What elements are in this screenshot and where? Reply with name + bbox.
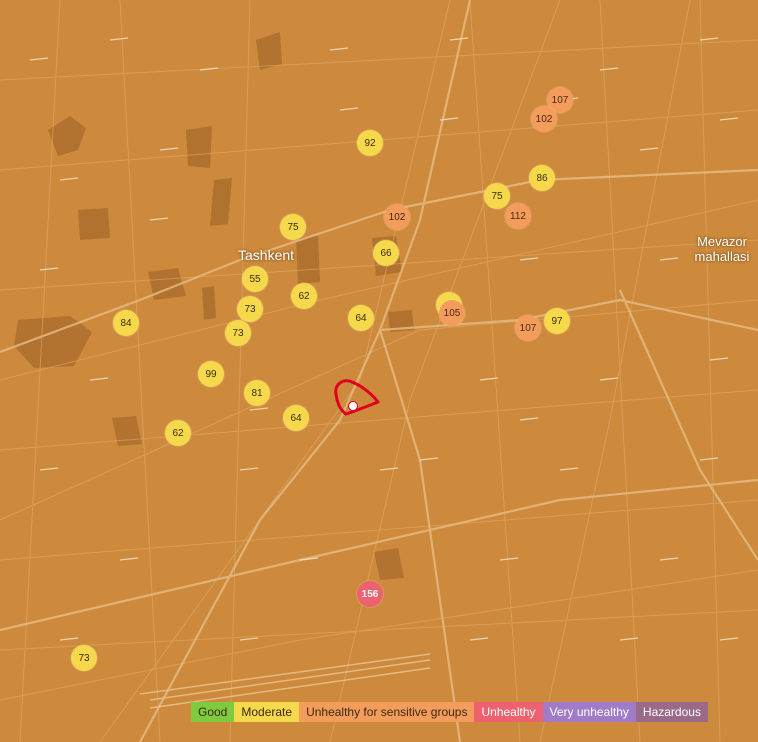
aqi-marker[interactable]: 99 xyxy=(198,361,224,387)
aqi-marker[interactable]: 105 xyxy=(439,300,465,326)
aqi-marker[interactable]: 81 xyxy=(244,380,270,406)
aqi-marker[interactable]: 64 xyxy=(283,405,309,431)
aqi-marker[interactable]: 107 xyxy=(515,315,541,341)
district-label: Mevazor mahallasi xyxy=(690,234,754,264)
aqi-marker[interactable]: 112 xyxy=(505,203,531,229)
legend-hazardous[interactable]: Hazardous xyxy=(635,702,708,722)
aqi-marker[interactable]: 97 xyxy=(544,308,570,334)
legend-unhealthy[interactable]: Unhealthy xyxy=(474,702,543,722)
aqi-marker[interactable]: 66 xyxy=(373,240,399,266)
aqi-legend: Good Moderate Unhealthy for sensitive gr… xyxy=(191,702,708,722)
aqi-marker[interactable]: 64 xyxy=(348,305,374,331)
map-view[interactable]: Tashkent Mevazor mahallasi 107 102 92 86… xyxy=(0,0,758,742)
aqi-marker[interactable]: 73 xyxy=(225,320,251,346)
legend-moderate[interactable]: Moderate xyxy=(234,702,300,722)
aqi-marker[interactable]: 102 xyxy=(384,204,410,230)
district-label-line1: Mevazor xyxy=(697,234,747,249)
legend-very-unhealthy[interactable]: Very unhealthy xyxy=(542,702,636,722)
map-streets-layer xyxy=(0,0,758,742)
legend-good[interactable]: Good xyxy=(191,702,235,722)
current-location-marker[interactable] xyxy=(328,376,384,420)
city-label: Tashkent xyxy=(238,247,295,263)
district-label-line2: mahallasi xyxy=(694,249,750,264)
legend-unhealthy-sensitive[interactable]: Unhealthy for sensitive groups xyxy=(299,702,475,722)
aqi-marker[interactable]: 62 xyxy=(165,420,191,446)
aqi-marker[interactable]: 156 xyxy=(357,581,383,607)
aqi-marker[interactable]: 55 xyxy=(242,266,268,292)
aqi-marker[interactable]: 92 xyxy=(357,130,383,156)
aqi-marker[interactable]: 86 xyxy=(529,165,555,191)
aqi-marker[interactable]: 75 xyxy=(280,214,306,240)
aqi-marker[interactable]: 73 xyxy=(237,296,263,322)
aqi-marker[interactable]: 75 xyxy=(484,183,510,209)
aqi-marker[interactable]: 84 xyxy=(113,310,139,336)
aqi-marker[interactable]: 62 xyxy=(291,283,317,309)
aqi-marker[interactable]: 73 xyxy=(71,645,97,671)
aqi-marker[interactable]: 102 xyxy=(531,106,557,132)
